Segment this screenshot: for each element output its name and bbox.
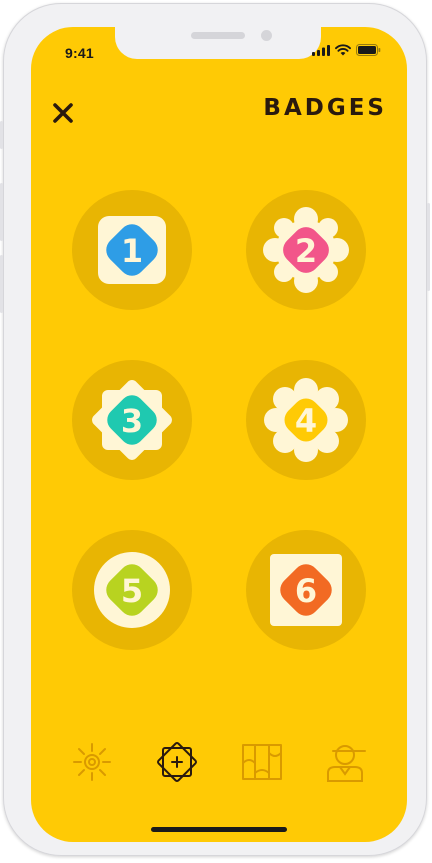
badge-4-number: 4: [295, 402, 317, 440]
wifi-icon: [335, 44, 351, 56]
profile-icon: [327, 745, 366, 782]
badge-6-shape: 6: [270, 554, 342, 626]
badge-1[interactable]: 1: [72, 190, 192, 310]
badge-6[interactable]: 6: [246, 530, 366, 650]
badge-3-number: 3: [121, 402, 143, 440]
badge-3-shape: 3: [92, 380, 172, 460]
close-button[interactable]: [49, 99, 77, 127]
tab-bar: [31, 739, 407, 789]
badge-4[interactable]: 4: [246, 360, 366, 480]
notch: [115, 27, 321, 59]
map-icon: [242, 744, 282, 780]
badge-5-number: 5: [121, 572, 143, 610]
app-screen: 9:41 BADGES 1 2 3 4 5 6: [31, 27, 407, 842]
page-title: BADGES: [263, 95, 387, 121]
status-time: 9:41: [65, 45, 94, 61]
signal-icon: [312, 44, 330, 56]
badge-4-shape: 4: [264, 378, 348, 462]
badges-icon: [157, 742, 197, 782]
speaker: [191, 32, 245, 39]
badge-2-shape: 2: [263, 207, 349, 293]
badge-3[interactable]: 3: [72, 360, 192, 480]
badge-1-shape: 1: [98, 216, 166, 284]
tab-badges[interactable]: [154, 739, 200, 785]
badge-6-number: 6: [295, 572, 317, 610]
home-indicator[interactable]: [151, 827, 287, 832]
status-icons: [312, 44, 381, 56]
badge-1-number: 1: [121, 232, 143, 270]
badge-5[interactable]: 5: [72, 530, 192, 650]
badge-2-number: 2: [295, 232, 317, 270]
tab-map[interactable]: [239, 739, 285, 785]
sun-icon: [73, 743, 111, 781]
badge-2[interactable]: 2: [246, 190, 366, 310]
volume-down-button: [0, 255, 3, 313]
mute-switch: [0, 121, 3, 149]
volume-up-button: [0, 183, 3, 241]
tab-profile[interactable]: [323, 739, 369, 785]
tab-sun[interactable]: [69, 739, 115, 785]
power-button: [427, 203, 430, 291]
close-icon: [53, 103, 73, 123]
battery-icon: [356, 44, 381, 56]
badge-5-shape: 5: [94, 552, 170, 628]
device-frame: 9:41 BADGES 1 2 3 4 5 6: [0, 3, 430, 856]
camera: [261, 30, 272, 41]
